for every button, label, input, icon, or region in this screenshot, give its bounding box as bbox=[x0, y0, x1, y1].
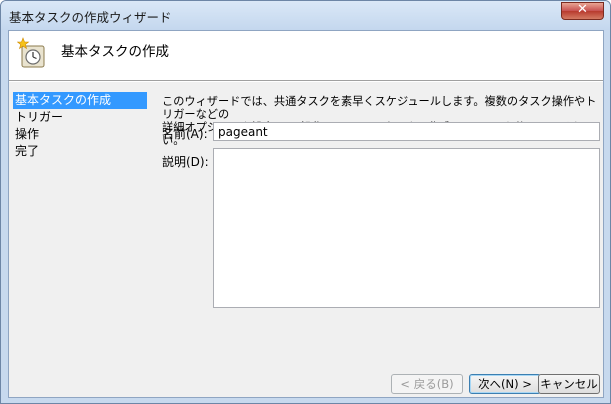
cancel-button[interactable]: キャンセル bbox=[538, 374, 600, 394]
wizard-window: 基本タスクの作成ウィザード ✕ 基本タスクの作成 基本タスクの作成 トリガー 操… bbox=[0, 0, 611, 404]
close-icon: ✕ bbox=[577, 2, 588, 17]
client-area: 基本タスクの作成 基本タスクの作成 トリガー 操作 完了 このウィザードでは、共… bbox=[8, 30, 604, 398]
title-bar[interactable]: 基本タスクの作成ウィザード ✕ bbox=[1, 1, 610, 30]
wizard-body: 基本タスクの作成 トリガー 操作 完了 このウィザードでは、共通タスクを素早くス… bbox=[9, 82, 603, 397]
description-line-1: このウィザードでは、共通タスクを素早くスケジュールします。複数のタスク操作やトリ… bbox=[162, 95, 597, 121]
name-input[interactable] bbox=[213, 122, 600, 141]
step-create-basic-task[interactable]: 基本タスクの作成 bbox=[13, 92, 147, 109]
wizard-header: 基本タスクの作成 bbox=[9, 31, 603, 81]
close-button[interactable]: ✕ bbox=[561, 2, 604, 20]
step-action[interactable]: 操作 bbox=[13, 126, 147, 143]
page-title: 基本タスクの作成 bbox=[61, 44, 169, 60]
back-button[interactable]: < 戻る(B) bbox=[391, 374, 463, 394]
description-textarea[interactable] bbox=[213, 148, 600, 308]
window-title: 基本タスクの作成ウィザード bbox=[9, 10, 172, 25]
task-clock-icon bbox=[17, 37, 45, 68]
step-finish[interactable]: 完了 bbox=[13, 143, 147, 160]
step-trigger[interactable]: トリガー bbox=[13, 109, 147, 126]
next-button[interactable]: 次へ(N) > bbox=[469, 374, 541, 394]
description-label: 説明(D): bbox=[162, 155, 209, 169]
name-label: 名前(A): bbox=[162, 127, 208, 141]
step-list: 基本タスクの作成 トリガー 操作 完了 bbox=[13, 92, 147, 160]
